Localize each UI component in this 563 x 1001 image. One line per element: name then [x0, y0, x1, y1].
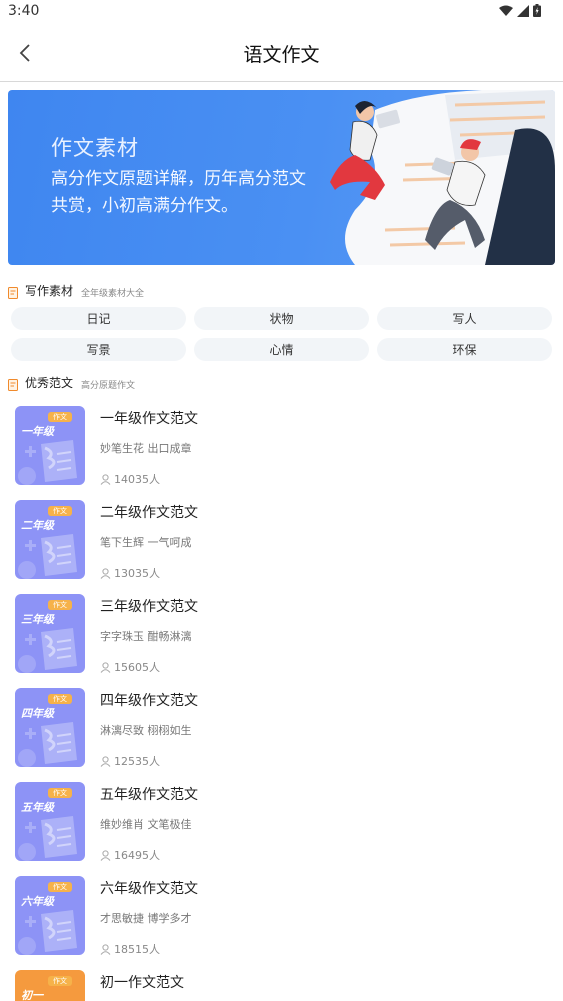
reader-count-text: 12535人	[114, 755, 160, 768]
person-icon	[100, 661, 111, 673]
reader-count: 15605人	[100, 659, 160, 675]
essay-title: 初一作文范文	[100, 975, 184, 991]
material-chips: 日记 状物 写人 写景 心情 环保	[11, 307, 552, 361]
writing-section-subtitle: 全年级素材大全	[81, 289, 145, 299]
status-bar: 3:40	[0, 0, 563, 24]
chip-diary[interactable]: 日记	[11, 307, 186, 330]
grade-label: 二年级	[21, 519, 54, 532]
reader-count: 16495人	[100, 847, 160, 863]
essays-section-header: 优秀范文 高分原题作文	[8, 374, 135, 391]
list-item[interactable]: 作文 一年级 一年级作文范文 妙笔生花 出口成章 14035人	[15, 406, 555, 486]
document-icon	[8, 379, 18, 391]
banner[interactable]: 作文素材 高分作文原题详解，历年高分范文共赏，小初高满分作文。	[8, 90, 555, 265]
person-icon	[100, 755, 111, 767]
reader-count: 14035人	[100, 471, 160, 487]
essay-description: 笔下生辉 一气呵成	[100, 536, 192, 549]
essay-description: 字字珠玉 酣畅淋漓	[100, 630, 192, 643]
reader-count-text: 13035人	[114, 567, 160, 580]
banner-description: 高分作文原题详解，历年高分范文共赏，小初高满分作文。	[51, 169, 306, 216]
grade-label: 四年级	[21, 707, 54, 720]
app-bar: 语文作文	[0, 24, 563, 82]
essay-title: 五年级作文范文	[100, 787, 198, 803]
essay-thumbnail: 作文 三年级	[15, 594, 85, 673]
essay-thumbnail: 作文 二年级	[15, 500, 85, 579]
person-icon	[100, 849, 111, 861]
essay-title: 一年级作文范文	[100, 411, 198, 427]
essay-description: 妙笔生花 出口成章	[100, 442, 192, 455]
chip-object[interactable]: 状物	[194, 307, 369, 330]
essay-tag: 作文	[48, 976, 72, 986]
reader-count: 12535人	[100, 753, 160, 769]
grade-label: 一年级	[21, 425, 54, 438]
chip-mood[interactable]: 心情	[194, 338, 369, 361]
person-icon	[100, 943, 111, 955]
essay-thumbnail: 作文 四年级	[15, 688, 85, 767]
writing-section-title: 写作素材	[25, 284, 74, 298]
chip-environment[interactable]: 环保	[377, 338, 552, 361]
essay-thumbnail: 作文 五年级	[15, 782, 85, 861]
writing-section-header: 写作素材 全年级素材大全	[8, 282, 144, 299]
essays-section-title: 优秀范文	[25, 376, 74, 390]
document-icon	[8, 287, 18, 299]
signal-icon	[517, 4, 529, 17]
essay-tag: 作文	[48, 600, 72, 610]
list-item[interactable]: 作文 五年级 五年级作文范文 维妙维肖 文笔极佳 16495人	[15, 782, 555, 862]
reader-count-text: 14035人	[114, 473, 160, 486]
essay-tag: 作文	[48, 412, 72, 422]
list-item[interactable]: 作文 二年级 二年级作文范文 笔下生辉 一气呵成 13035人	[15, 500, 555, 580]
banner-illustration	[330, 90, 555, 265]
essay-title: 二年级作文范文	[100, 505, 198, 521]
essay-title: 六年级作文范文	[100, 881, 198, 897]
essay-title: 三年级作文范文	[100, 599, 198, 615]
list-item[interactable]: 作文 初一 初一作文范文	[15, 970, 555, 1001]
list-item[interactable]: 作文 四年级 四年级作文范文 淋漓尽致 栩栩如生 12535人	[15, 688, 555, 768]
person-icon	[100, 473, 111, 485]
list-item[interactable]: 作文 三年级 三年级作文范文 字字珠玉 酣畅淋漓 15605人	[15, 594, 555, 674]
reader-count-text: 16495人	[114, 849, 160, 862]
essay-thumbnail: 作文 初一	[15, 970, 85, 1001]
essay-tag: 作文	[48, 506, 72, 516]
page-title: 语文作文	[243, 44, 320, 66]
reader-count-text: 15605人	[114, 661, 160, 674]
essay-thumbnail: 作文 一年级	[15, 406, 85, 485]
battery-icon	[533, 4, 541, 17]
essay-title: 四年级作文范文	[100, 693, 198, 709]
essay-description: 才思敏捷 博学多才	[100, 912, 192, 925]
person-icon	[100, 567, 111, 579]
wifi-icon	[499, 5, 513, 16]
essay-tag: 作文	[48, 788, 72, 798]
essay-thumbnail: 作文 六年级	[15, 876, 85, 955]
banner-title: 作文素材	[51, 136, 139, 160]
grade-label: 初一	[21, 989, 43, 1001]
list-item[interactable]: 作文 六年级 六年级作文范文 才思敏捷 博学多才 18515人	[15, 876, 555, 956]
reader-count: 13035人	[100, 565, 160, 581]
grade-label: 六年级	[21, 895, 54, 908]
reader-count-text: 18515人	[114, 943, 160, 956]
chip-person[interactable]: 写人	[377, 307, 552, 330]
essay-description: 维妙维肖 文笔极佳	[100, 818, 192, 831]
essays-section-subtitle: 高分原题作文	[81, 381, 136, 391]
grade-label: 三年级	[21, 613, 54, 626]
status-icons	[499, 4, 541, 17]
essay-tag: 作文	[48, 694, 72, 704]
chip-scenery[interactable]: 写景	[11, 338, 186, 361]
status-time: 3:40	[8, 3, 40, 19]
grade-label: 五年级	[21, 801, 54, 814]
reader-count: 18515人	[100, 941, 160, 957]
essay-tag: 作文	[48, 882, 72, 892]
essay-description: 淋漓尽致 栩栩如生	[100, 724, 192, 737]
